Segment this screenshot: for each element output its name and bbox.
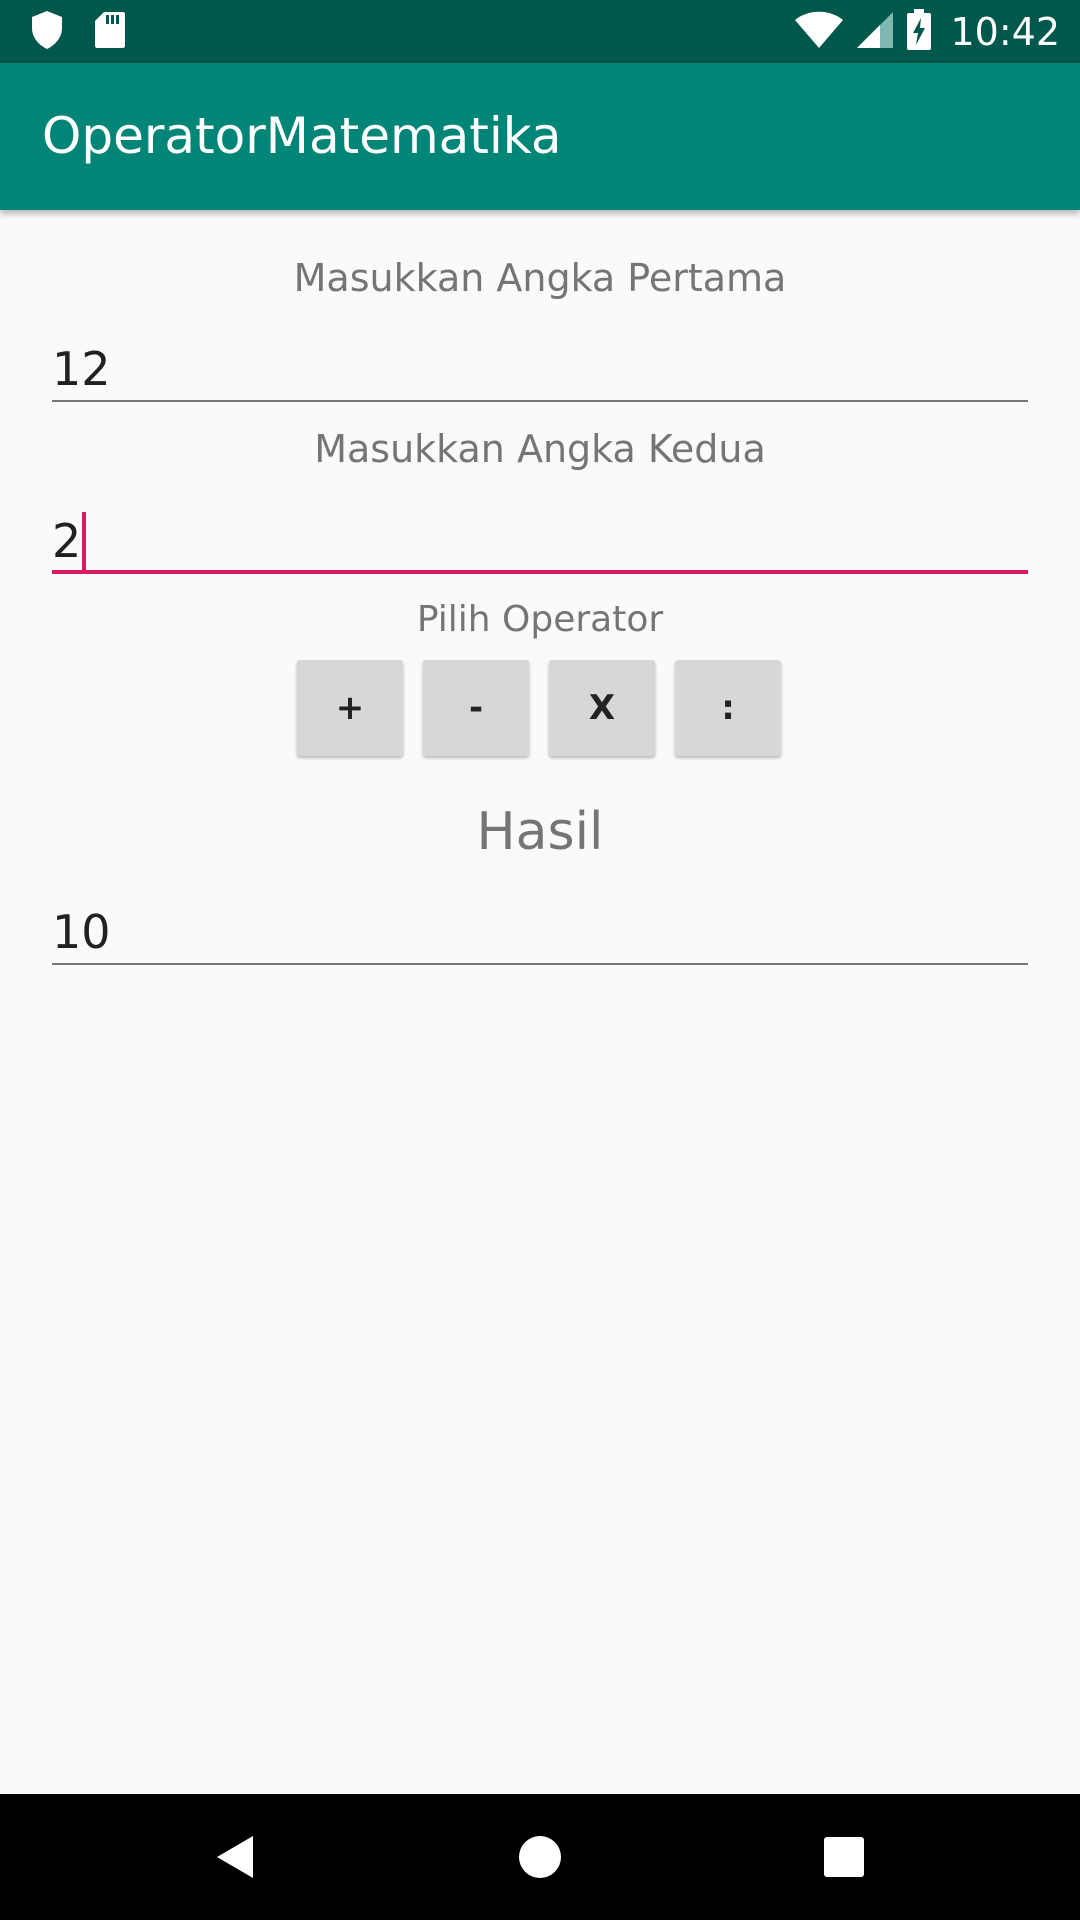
result-label: Hasil	[476, 802, 604, 862]
status-right-icons: 10:42	[794, 9, 1060, 55]
text-cursor	[82, 512, 87, 574]
divide-button[interactable]: :	[675, 660, 781, 756]
navigation-bar	[0, 1794, 1080, 1920]
screen: 10:42 OperatorMatematika Masukkan Angka …	[0, 0, 1080, 1920]
second-number-underline	[52, 570, 1028, 574]
back-icon[interactable]	[207, 1829, 263, 1885]
app-title: OperatorMatematika	[42, 107, 562, 165]
operator-label: Pilih Operator	[416, 599, 664, 640]
multiply-button[interactable]: X	[549, 660, 655, 756]
subtract-button[interactable]: -	[423, 660, 529, 756]
second-number-value-wrap: 2	[52, 502, 87, 574]
app-bar: OperatorMatematika	[0, 63, 1080, 210]
first-number-value: 12	[52, 342, 111, 396]
add-button[interactable]: +	[297, 660, 403, 756]
recents-icon[interactable]	[816, 1829, 872, 1885]
result-value: 10	[52, 905, 111, 959]
home-icon[interactable]	[512, 1829, 568, 1885]
second-number-label: Masukkan Angka Kedua	[314, 427, 766, 471]
result-field[interactable]: 10	[52, 889, 1028, 965]
second-number-input[interactable]: 2	[52, 498, 1028, 574]
result-underline	[52, 963, 1028, 965]
second-number-value: 2	[52, 514, 82, 568]
wifi-icon	[794, 11, 844, 53]
signal-icon	[856, 11, 894, 53]
status-left-icons	[30, 10, 126, 54]
first-number-label: Masukkan Angka Pertama	[293, 256, 787, 300]
shield-icon	[30, 10, 64, 54]
battery-charging-icon	[906, 9, 932, 55]
sd-card-icon	[94, 11, 126, 53]
first-number-underline	[52, 400, 1028, 402]
status-bar: 10:42	[0, 0, 1080, 63]
operator-buttons: + - X :	[297, 660, 781, 756]
first-number-input[interactable]: 12	[52, 326, 1028, 402]
status-time: 10:42	[950, 10, 1060, 54]
